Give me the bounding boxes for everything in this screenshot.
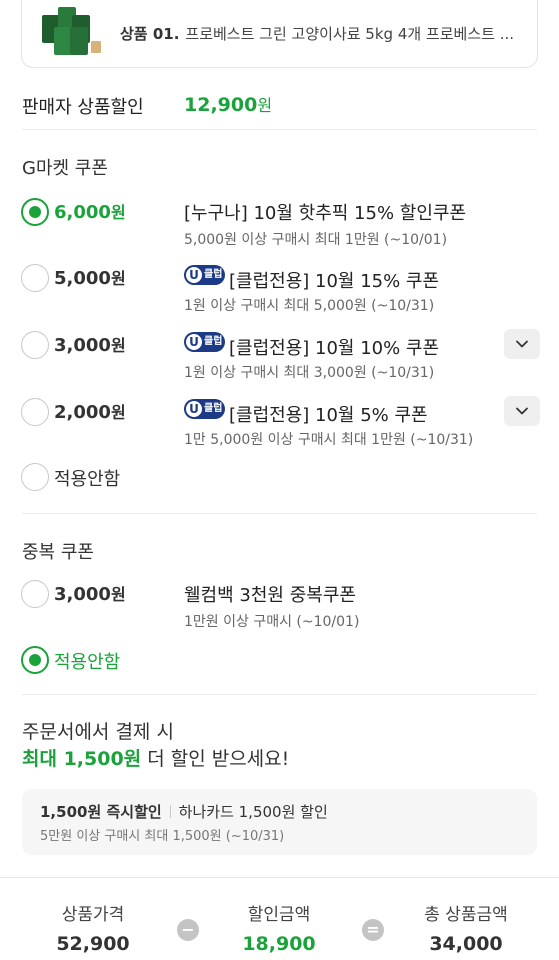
product-index: 상품 01.	[120, 25, 180, 43]
promo-subheadline: 최대 1,500원 더 할인 받으세요!	[22, 744, 289, 771]
price-label: 상품가격	[61, 905, 125, 925]
coupon-condition: 5,000원 이상 구매시 최대 1만원 (~10/01)	[184, 232, 448, 248]
price-value: 52,900	[56, 933, 130, 955]
radio-unselected[interactable]	[21, 463, 49, 491]
seller-discount-label: 판매자 상품할인	[22, 97, 144, 118]
coupon-amount-value: 3,000	[54, 584, 111, 605]
won-unit: 원	[110, 403, 126, 422]
radio-unselected[interactable]	[21, 264, 49, 292]
coupon-option[interactable]: 5,000원 U 클럽 [클럽전용] 10월 15% 쿠폰 1원 이상 구매시 최대…	[21, 264, 541, 320]
coupon-amount: 5,000원	[54, 265, 126, 289]
coupon-title-text: [클럽전용] 10월 5% 쿠폰	[229, 405, 428, 426]
coupon-title: U 클럽 [클럽전용] 10월 10% 쿠폰	[184, 332, 439, 360]
no-coupon-label: 적용안함	[54, 469, 121, 490]
card-discount-line: 1,500원 즉시할인 하나카드 1,500원 할인	[40, 801, 328, 822]
gmarket-coupon-title: G마켓 쿠폰	[22, 158, 108, 179]
coupon-condition: 1만원 이상 구매시 (~10/01)	[184, 614, 360, 630]
summary-discount: 할인금액 18,900	[199, 878, 359, 955]
coupon-amount: 3,000원	[54, 332, 126, 356]
coupon-amount: 6,000원	[54, 199, 126, 223]
club-badge-letter: U	[186, 267, 202, 283]
summary-price: 상품가격 52,900	[13, 878, 173, 955]
promo-text: 더 할인 받으세요!	[141, 748, 290, 770]
won-unit: 원	[110, 336, 126, 355]
separator	[169, 805, 171, 818]
product-title: 프로베스트 그린 고양이사료 5kg 4개 프로베스트 ...	[185, 25, 515, 43]
no-coupon-label: 적용안함	[54, 652, 121, 673]
coupon-title: 웰컴백 3천원 중복쿠폰	[184, 585, 356, 606]
radio-unselected[interactable]	[21, 398, 49, 426]
duplicate-coupon-none-option[interactable]: 적용안함	[21, 646, 541, 678]
club-badge-letter: U	[186, 401, 202, 417]
club-badge: U 클럽	[184, 265, 225, 285]
coupon-title: U 클럽 [클럽전용] 10월 15% 쿠폰	[184, 265, 439, 293]
card-discount-text: 하나카드 1,500원 할인	[178, 803, 328, 821]
coupon-option[interactable]: 3,000원 U 클럽 [클럽전용] 10월 10% 쿠폰 1원 이상 구매시 최대…	[21, 329, 541, 387]
coupon-amount: 2,000원	[54, 399, 126, 423]
coupon-title: U 클럽 [클럽전용] 10월 5% 쿠폰	[184, 399, 428, 427]
coupon-amount-value: 2,000	[54, 402, 111, 423]
won-unit: 원	[110, 203, 126, 222]
minus-icon: −	[177, 919, 199, 941]
coupon-option[interactable]: 6,000원 [누구나] 10월 핫추픽 15% 할인쿠폰 5,000원 이상 …	[21, 198, 541, 254]
club-badge: U 클럽	[184, 332, 225, 352]
divider	[22, 513, 537, 514]
card-discount-condition: 5만원 이상 구매시 최대 1,500원 (~10/31)	[40, 829, 285, 844]
coupon-title: [누구나] 10월 핫추픽 15% 할인쿠폰	[184, 203, 467, 224]
expand-button[interactable]	[504, 329, 540, 359]
club-badge-letter: U	[186, 334, 202, 350]
coupon-title-text: [클럽전용] 10월 15% 쿠폰	[229, 271, 440, 292]
duplicate-coupon-title: 중복 쿠폰	[22, 542, 94, 563]
equals-icon: =	[362, 919, 384, 941]
divider	[22, 694, 537, 695]
total-label: 총 상품금액	[424, 905, 508, 925]
product-card: 상품 01. 프로베스트 그린 고양이사료 5kg 4개 프로베스트 ...	[21, 0, 538, 68]
radio-selected[interactable]	[21, 198, 49, 226]
divider	[22, 129, 537, 130]
discount-label: 할인금액	[247, 905, 311, 925]
club-badge-text: 클럽	[204, 403, 223, 414]
coupon-amount-value: 6,000	[54, 202, 111, 223]
coupon-none-option[interactable]: 적용안함	[21, 463, 541, 495]
club-badge-text: 클럽	[204, 336, 223, 347]
coupon-amount-value: 5,000	[54, 268, 111, 289]
promo-headline: 주문서에서 결제 시	[22, 721, 174, 743]
seller-discount-amount: 12,900원	[184, 92, 272, 116]
card-discount-box: 1,500원 즉시할인 하나카드 1,500원 할인 5만원 이상 구매시 최대 …	[22, 789, 537, 855]
coupon-amount-value: 3,000	[54, 335, 111, 356]
coupon-option[interactable]: 2,000원 U 클럽 [클럽전용] 10월 5% 쿠폰 1만 5,000원 이상 …	[21, 396, 541, 454]
club-badge: U 클럽	[184, 399, 225, 419]
won-unit: 원	[110, 585, 126, 604]
price-summary-bar: 상품가격 52,900 − 할인금액 18,900 = 총 상품금액 34,00…	[0, 877, 559, 960]
won-unit: 원	[257, 96, 273, 115]
total-value: 34,000	[429, 933, 503, 955]
chevron-down-icon	[516, 407, 528, 415]
summary-total: 총 상품금액 34,000	[386, 878, 546, 955]
promo-highlight: 최대 1,500원	[22, 748, 142, 770]
card-discount-bold: 1,500원 즉시할인	[40, 803, 162, 821]
coupon-condition: 1원 이상 구매시 최대 5,000원 (~10/31)	[184, 298, 435, 314]
seller-discount-value: 12,900	[184, 94, 258, 116]
expand-button[interactable]	[504, 396, 540, 426]
radio-unselected[interactable]	[21, 580, 49, 608]
discount-value: 18,900	[242, 933, 316, 955]
radio-unselected[interactable]	[21, 331, 49, 359]
product-thumbnail	[36, 1, 104, 57]
coupon-amount: 3,000원	[54, 581, 126, 605]
coupon-condition: 1원 이상 구매시 최대 3,000원 (~10/31)	[184, 365, 435, 381]
radio-selected[interactable]	[21, 646, 49, 674]
club-badge-text: 클럽	[204, 269, 223, 280]
coupon-title-text: [클럽전용] 10월 10% 쿠폰	[229, 338, 440, 359]
seller-discount-row: 판매자 상품할인 12,900원	[22, 90, 537, 130]
coupon-condition: 1만 5,000원 이상 구매시 최대 1만원 (~10/31)	[184, 432, 474, 448]
won-unit: 원	[110, 269, 126, 288]
product-name: 상품 01. 프로베스트 그린 고양이사료 5kg 4개 프로베스트 ...	[120, 23, 514, 44]
duplicate-coupon-option[interactable]: 3,000원 웰컴백 3천원 중복쿠폰 1만원 이상 구매시 (~10/01)	[21, 580, 541, 636]
chevron-down-icon	[516, 340, 528, 348]
